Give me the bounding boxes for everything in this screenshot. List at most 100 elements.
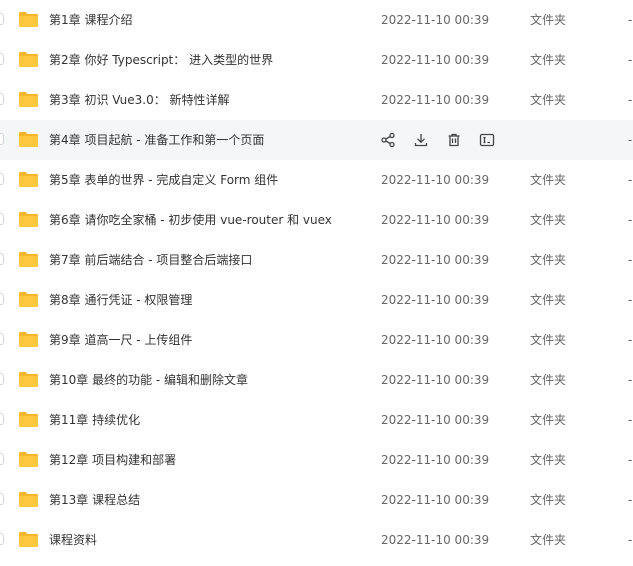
- file-type: 文件夹: [530, 173, 567, 187]
- file-type: 文件夹: [530, 213, 567, 227]
- file-size: -: [628, 133, 633, 147]
- modified-date: 2022-11-10 00:39: [381, 453, 490, 467]
- modified-date: 2022-11-10 00:39: [381, 373, 490, 387]
- file-row[interactable]: 第1章 课程介绍 2022-11-10 00:39 文件夹 -: [0, 0, 633, 40]
- row-checkbox[interactable]: [0, 13, 4, 25]
- rename-icon[interactable]: [479, 132, 495, 148]
- file-row[interactable]: 第10章 最终的功能 - 编辑和删除文章 2022-11-10 00:39 文件夹 -: [0, 360, 633, 400]
- row-checkbox[interactable]: [0, 93, 4, 105]
- row-checkbox[interactable]: [0, 213, 4, 225]
- file-row[interactable]: 第3章 初识 Vue3.0： 新特性详解 2022-11-10 00:39 文件夹 -: [0, 80, 633, 120]
- row-checkbox[interactable]: [0, 333, 4, 345]
- file-row[interactable]: 课程资料 2022-11-10 00:39 文件夹 -: [0, 520, 633, 560]
- row-checkbox[interactable]: [0, 293, 4, 305]
- row-checkbox[interactable]: [0, 533, 4, 545]
- modified-date: 2022-11-10 00:39: [381, 213, 490, 227]
- modified-date: 2022-11-10 00:39: [381, 93, 490, 107]
- modified-date: 2022-11-10 00:39: [381, 533, 490, 547]
- folder-icon: [18, 531, 39, 548]
- file-type: 文件夹: [530, 493, 567, 507]
- folder-icon: [18, 211, 39, 228]
- file-type: 文件夹: [530, 533, 567, 547]
- file-type: 文件夹: [530, 53, 567, 67]
- file-row[interactable]: 第11章 持续优化 2022-11-10 00:39 文件夹 -: [0, 400, 633, 440]
- folder-icon: [18, 491, 39, 508]
- file-name[interactable]: 第2章 你好 Typescript： 进入类型的世界: [49, 40, 273, 80]
- file-size: -: [628, 93, 633, 107]
- file-name[interactable]: 课程资料: [49, 520, 97, 560]
- row-checkbox[interactable]: [0, 53, 4, 65]
- file-size: -: [628, 213, 633, 227]
- file-size: -: [628, 293, 633, 307]
- file-row[interactable]: 第5章 表单的世界 - 完成自定义 Form 组件 2022-11-10 00:3…: [0, 160, 633, 200]
- file-row[interactable]: 第13章 课程总结 2022-11-10 00:39 文件夹 -: [0, 480, 633, 520]
- modified-date: 2022-11-10 00:39: [381, 13, 490, 27]
- file-name[interactable]: 第13章 课程总结: [49, 480, 140, 520]
- row-checkbox[interactable]: [0, 253, 4, 265]
- folder-icon: [18, 451, 39, 468]
- modified-date: 2022-11-10 00:39: [381, 53, 490, 67]
- file-name[interactable]: 第10章 最终的功能 - 编辑和删除文章: [49, 360, 248, 400]
- file-name[interactable]: 第1章 课程介绍: [49, 0, 132, 40]
- folder-icon: [18, 51, 39, 68]
- file-size: -: [628, 333, 633, 347]
- folder-icon: [18, 411, 39, 428]
- folder-icon: [18, 371, 39, 388]
- download-icon[interactable]: [413, 132, 429, 148]
- row-checkbox[interactable]: [0, 413, 4, 425]
- folder-icon: [18, 131, 39, 148]
- file-type: 文件夹: [530, 453, 567, 467]
- delete-icon[interactable]: [446, 132, 462, 148]
- modified-date: 2022-11-10 00:39: [381, 293, 490, 307]
- file-size: -: [628, 53, 633, 67]
- row-checkbox[interactable]: [0, 133, 4, 145]
- file-name[interactable]: 第3章 初识 Vue3.0： 新特性详解: [49, 80, 230, 120]
- row-checkbox[interactable]: [0, 373, 4, 385]
- share-icon[interactable]: [380, 132, 396, 148]
- file-size: -: [628, 493, 633, 507]
- modified-date: 2022-11-10 00:39: [381, 493, 490, 507]
- file-size: -: [628, 13, 633, 27]
- file-name[interactable]: 第9章 道高一尺 - 上传组件: [49, 320, 192, 360]
- file-row[interactable]: 第9章 道高一尺 - 上传组件 2022-11-10 00:39 文件夹 -: [0, 320, 633, 360]
- row-checkbox[interactable]: [0, 453, 4, 465]
- file-name[interactable]: 第5章 表单的世界 - 完成自定义 Form 组件: [49, 160, 278, 200]
- row-checkbox[interactable]: [0, 173, 4, 185]
- file-row[interactable]: 第12章 项目构建和部署 2022-11-10 00:39 文件夹 -: [0, 440, 633, 480]
- file-size: -: [628, 533, 633, 547]
- file-name[interactable]: 第11章 持续优化: [49, 400, 140, 440]
- file-name[interactable]: 第8章 通行凭证 - 权限管理: [49, 280, 192, 320]
- folder-icon: [18, 91, 39, 108]
- file-type: 文件夹: [530, 13, 567, 27]
- file-size: -: [628, 373, 633, 387]
- file-type: 文件夹: [530, 293, 567, 307]
- modified-date: 2022-11-10 00:39: [381, 173, 490, 187]
- folder-icon: [18, 291, 39, 308]
- modified-date: 2022-11-10 00:39: [381, 333, 490, 347]
- folder-icon: [18, 11, 39, 28]
- file-type: 文件夹: [530, 93, 567, 107]
- file-type: 文件夹: [530, 373, 567, 387]
- modified-date: 2022-11-10 00:39: [381, 413, 490, 427]
- row-checkbox[interactable]: [0, 493, 4, 505]
- folder-icon: [18, 251, 39, 268]
- folder-icon: [18, 171, 39, 188]
- modified-date: 2022-11-10 00:39: [381, 253, 490, 267]
- file-name[interactable]: 第12章 项目构建和部署: [49, 440, 176, 480]
- file-size: -: [628, 253, 633, 267]
- file-name[interactable]: 第6章 请你吃全家桶 - 初步使用 vue-router 和 vuex: [49, 200, 332, 240]
- file-row[interactable]: 第6章 请你吃全家桶 - 初步使用 vue-router 和 vuex 2022-…: [0, 200, 633, 240]
- file-size: -: [628, 413, 633, 427]
- file-size: -: [628, 453, 633, 467]
- file-name[interactable]: 第7章 前后端结合 - 项目整合后端接口: [49, 240, 252, 280]
- file-type: 文件夹: [530, 253, 567, 267]
- file-type: 文件夹: [530, 333, 567, 347]
- file-row[interactable]: 第8章 通行凭证 - 权限管理 2022-11-10 00:39 文件夹 -: [0, 280, 633, 320]
- file-row[interactable]: 第7章 前后端结合 - 项目整合后端接口 2022-11-10 00:39 文件夹 -: [0, 240, 633, 280]
- file-row[interactable]: 第4章 项目起航 - 准备工作和第一个页面 -: [0, 120, 633, 160]
- file-row[interactable]: 第2章 你好 Typescript： 进入类型的世界 2022-11-10 00:…: [0, 40, 633, 80]
- file-name[interactable]: 第4章 项目起航 - 准备工作和第一个页面: [49, 120, 264, 160]
- file-size: -: [628, 173, 633, 187]
- file-list: 第1章 课程介绍 2022-11-10 00:39 文件夹 - 第2章 你好 Types…: [0, 0, 633, 560]
- file-type: 文件夹: [530, 413, 567, 427]
